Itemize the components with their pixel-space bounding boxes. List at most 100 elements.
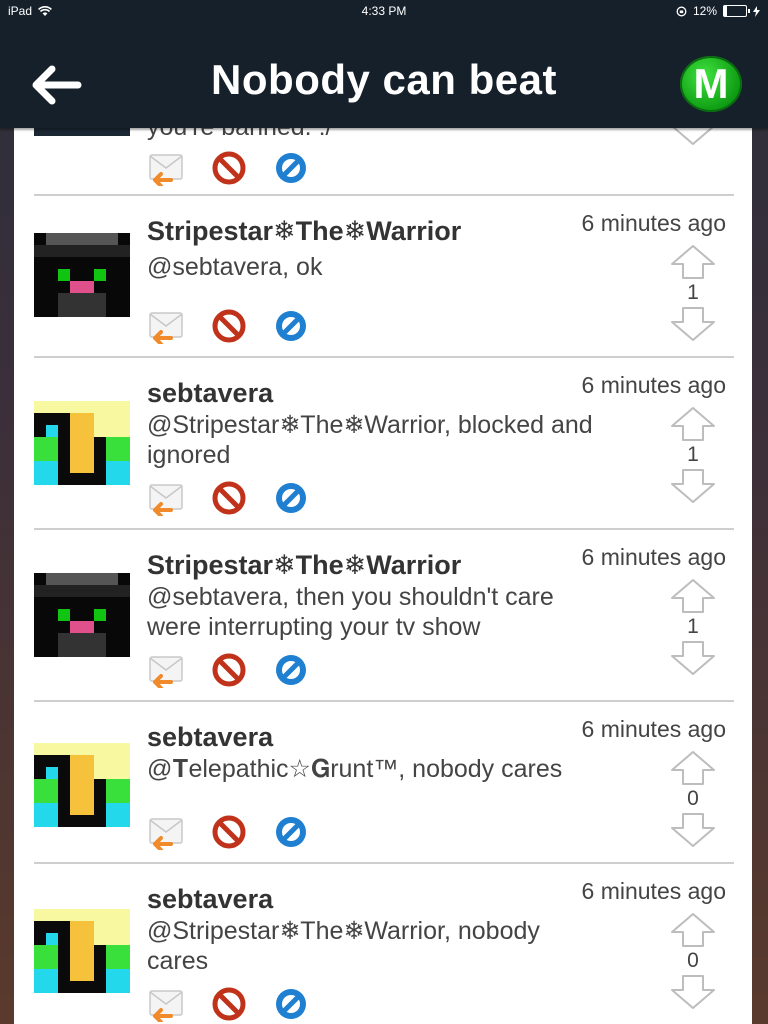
- vote-count: 1: [687, 615, 699, 638]
- downvote-arrow-icon: [672, 128, 714, 145]
- upvote-arrow-icon[interactable]: [670, 912, 716, 948]
- comment-message: @sebtavera, ok: [147, 252, 637, 282]
- comment-message: @sebtavera, then you shouldn't care were…: [147, 582, 637, 642]
- comment-username[interactable]: Stripestar❄The❄Warrior: [147, 216, 461, 247]
- reply-button[interactable]: [147, 308, 187, 344]
- avatar[interactable]: [34, 400, 130, 486]
- vote-control: 0: [670, 912, 716, 1010]
- vote-count: 0: [687, 787, 699, 810]
- comment-username[interactable]: sebtavera: [147, 378, 273, 409]
- ignore-button[interactable]: [271, 308, 311, 344]
- comment-timestamp: 6 minutes ago: [581, 372, 726, 398]
- avatar[interactable]: [34, 908, 130, 994]
- upvote-arrow-icon[interactable]: [670, 750, 716, 786]
- downvote-arrow-icon[interactable]: [670, 974, 716, 1010]
- comment-item: sebtavera 6 minutes ago @Stripestar❄The❄…: [34, 358, 734, 530]
- battery-icon: [723, 5, 750, 17]
- message-line: @Stripestar❄The❄Warrior, nobody: [147, 917, 540, 945]
- comment-item: Stripestar❄The❄Warrior 6 minutes ago @se…: [34, 196, 734, 358]
- block-icon: [212, 653, 246, 687]
- status-time: 4:33 PM: [361, 4, 407, 18]
- reply-button[interactable]: [147, 480, 187, 516]
- block-icon: [212, 309, 246, 343]
- vote-control: 1: [670, 578, 716, 676]
- comment-message: @Stripestar❄The❄Warrior, nobody cares: [147, 916, 637, 976]
- downvote-arrow-icon[interactable]: [670, 640, 716, 676]
- message-line: @𝐓elepathic☆𝐆runt™, nobody cares: [147, 755, 563, 783]
- block-icon: [212, 481, 246, 515]
- comment-actions: [147, 308, 311, 344]
- profile-badge-button[interactable]: M: [680, 56, 742, 112]
- block-icon: [212, 815, 246, 849]
- ignore-button[interactable]: [271, 652, 311, 688]
- comment-actions: [147, 986, 311, 1022]
- upvote-arrow-icon[interactable]: [670, 578, 716, 614]
- avatar-partial: [34, 128, 130, 136]
- page-title: Nobody can beat: [211, 56, 557, 103]
- reply-button[interactable]: [147, 814, 187, 850]
- block-button[interactable]: [209, 652, 249, 688]
- block-button[interactable]: [209, 986, 249, 1022]
- device-label: iPad: [8, 4, 33, 18]
- reply-icon: [149, 312, 183, 344]
- vote-count: 0: [687, 949, 699, 972]
- downvote-arrow-icon[interactable]: [670, 468, 716, 504]
- reply-icon: [149, 154, 183, 186]
- status-bar: iPad 4:33 PM 12%: [0, 0, 768, 22]
- comment-username[interactable]: sebtavera: [147, 722, 273, 753]
- block-button[interactable]: [209, 150, 249, 186]
- block-button[interactable]: [209, 308, 249, 344]
- message-line: @Stripestar❄The❄Warrior, blocked and: [147, 411, 593, 439]
- comment-item: sebtavera 6 minutes ago @Stripestar❄The❄…: [34, 864, 734, 1024]
- downvote-arrow-icon[interactable]: [670, 306, 716, 342]
- comment-list[interactable]: you're banned. :/ Stripestar❄The❄Warrior…: [14, 128, 752, 1024]
- ignore-icon: [276, 817, 306, 847]
- reply-button[interactable]: [147, 150, 187, 186]
- message-line: were interrupting your tv show: [147, 613, 481, 641]
- vote-control: 0: [670, 750, 716, 848]
- reply-icon: [149, 818, 183, 850]
- avatar[interactable]: [34, 572, 130, 658]
- wifi-icon: [38, 5, 52, 16]
- ignore-button[interactable]: [271, 480, 311, 516]
- comment-actions: [147, 814, 311, 850]
- reply-icon: [149, 990, 183, 1022]
- reply-icon: [149, 484, 183, 516]
- comment-timestamp: 6 minutes ago: [581, 878, 726, 904]
- vote-control: 1: [670, 406, 716, 504]
- avatar[interactable]: [34, 742, 130, 828]
- message-line: @sebtavera, ok: [147, 253, 323, 281]
- comment-timestamp: 6 minutes ago: [581, 210, 726, 236]
- ignore-icon: [276, 153, 306, 183]
- vote-count: 1: [687, 281, 699, 304]
- upvote-arrow-icon[interactable]: [670, 406, 716, 442]
- charging-bolt-icon: [753, 5, 760, 17]
- reply-button[interactable]: [147, 986, 187, 1022]
- comment-item: Stripestar❄The❄Warrior 6 minutes ago @se…: [34, 530, 734, 702]
- navigation-bar: Nobody can beat M: [0, 22, 768, 128]
- ignore-button[interactable]: [271, 150, 311, 186]
- comment-timestamp: 6 minutes ago: [581, 716, 726, 742]
- avatar[interactable]: [34, 232, 130, 318]
- reply-button[interactable]: [147, 652, 187, 688]
- message-line: @sebtavera, then you shouldn't care: [147, 583, 554, 611]
- status-left: iPad: [8, 4, 52, 18]
- block-button[interactable]: [209, 814, 249, 850]
- comment-message: @𝐓elepathic☆𝐆runt™, nobody cares: [147, 754, 637, 784]
- ignore-icon: [276, 311, 306, 341]
- comment-message-partial: you're banned. :/: [147, 128, 637, 142]
- ignore-button[interactable]: [271, 814, 311, 850]
- message-line: ignored: [147, 441, 231, 469]
- comment-username[interactable]: Stripestar❄The❄Warrior: [147, 550, 461, 581]
- upvote-arrow-icon[interactable]: [670, 244, 716, 280]
- downvote-button-partial[interactable]: [670, 128, 716, 146]
- vote-control: 1: [670, 244, 716, 342]
- comment-actions: [147, 150, 311, 186]
- comment-item: sebtavera 6 minutes ago @𝐓elepathic☆𝐆run…: [34, 702, 734, 864]
- downvote-arrow-icon[interactable]: [670, 812, 716, 848]
- ignore-button[interactable]: [271, 986, 311, 1022]
- block-button[interactable]: [209, 480, 249, 516]
- message-line: cares: [147, 947, 209, 975]
- battery-percent: 12%: [692, 4, 717, 18]
- comment-username[interactable]: sebtavera: [147, 884, 273, 915]
